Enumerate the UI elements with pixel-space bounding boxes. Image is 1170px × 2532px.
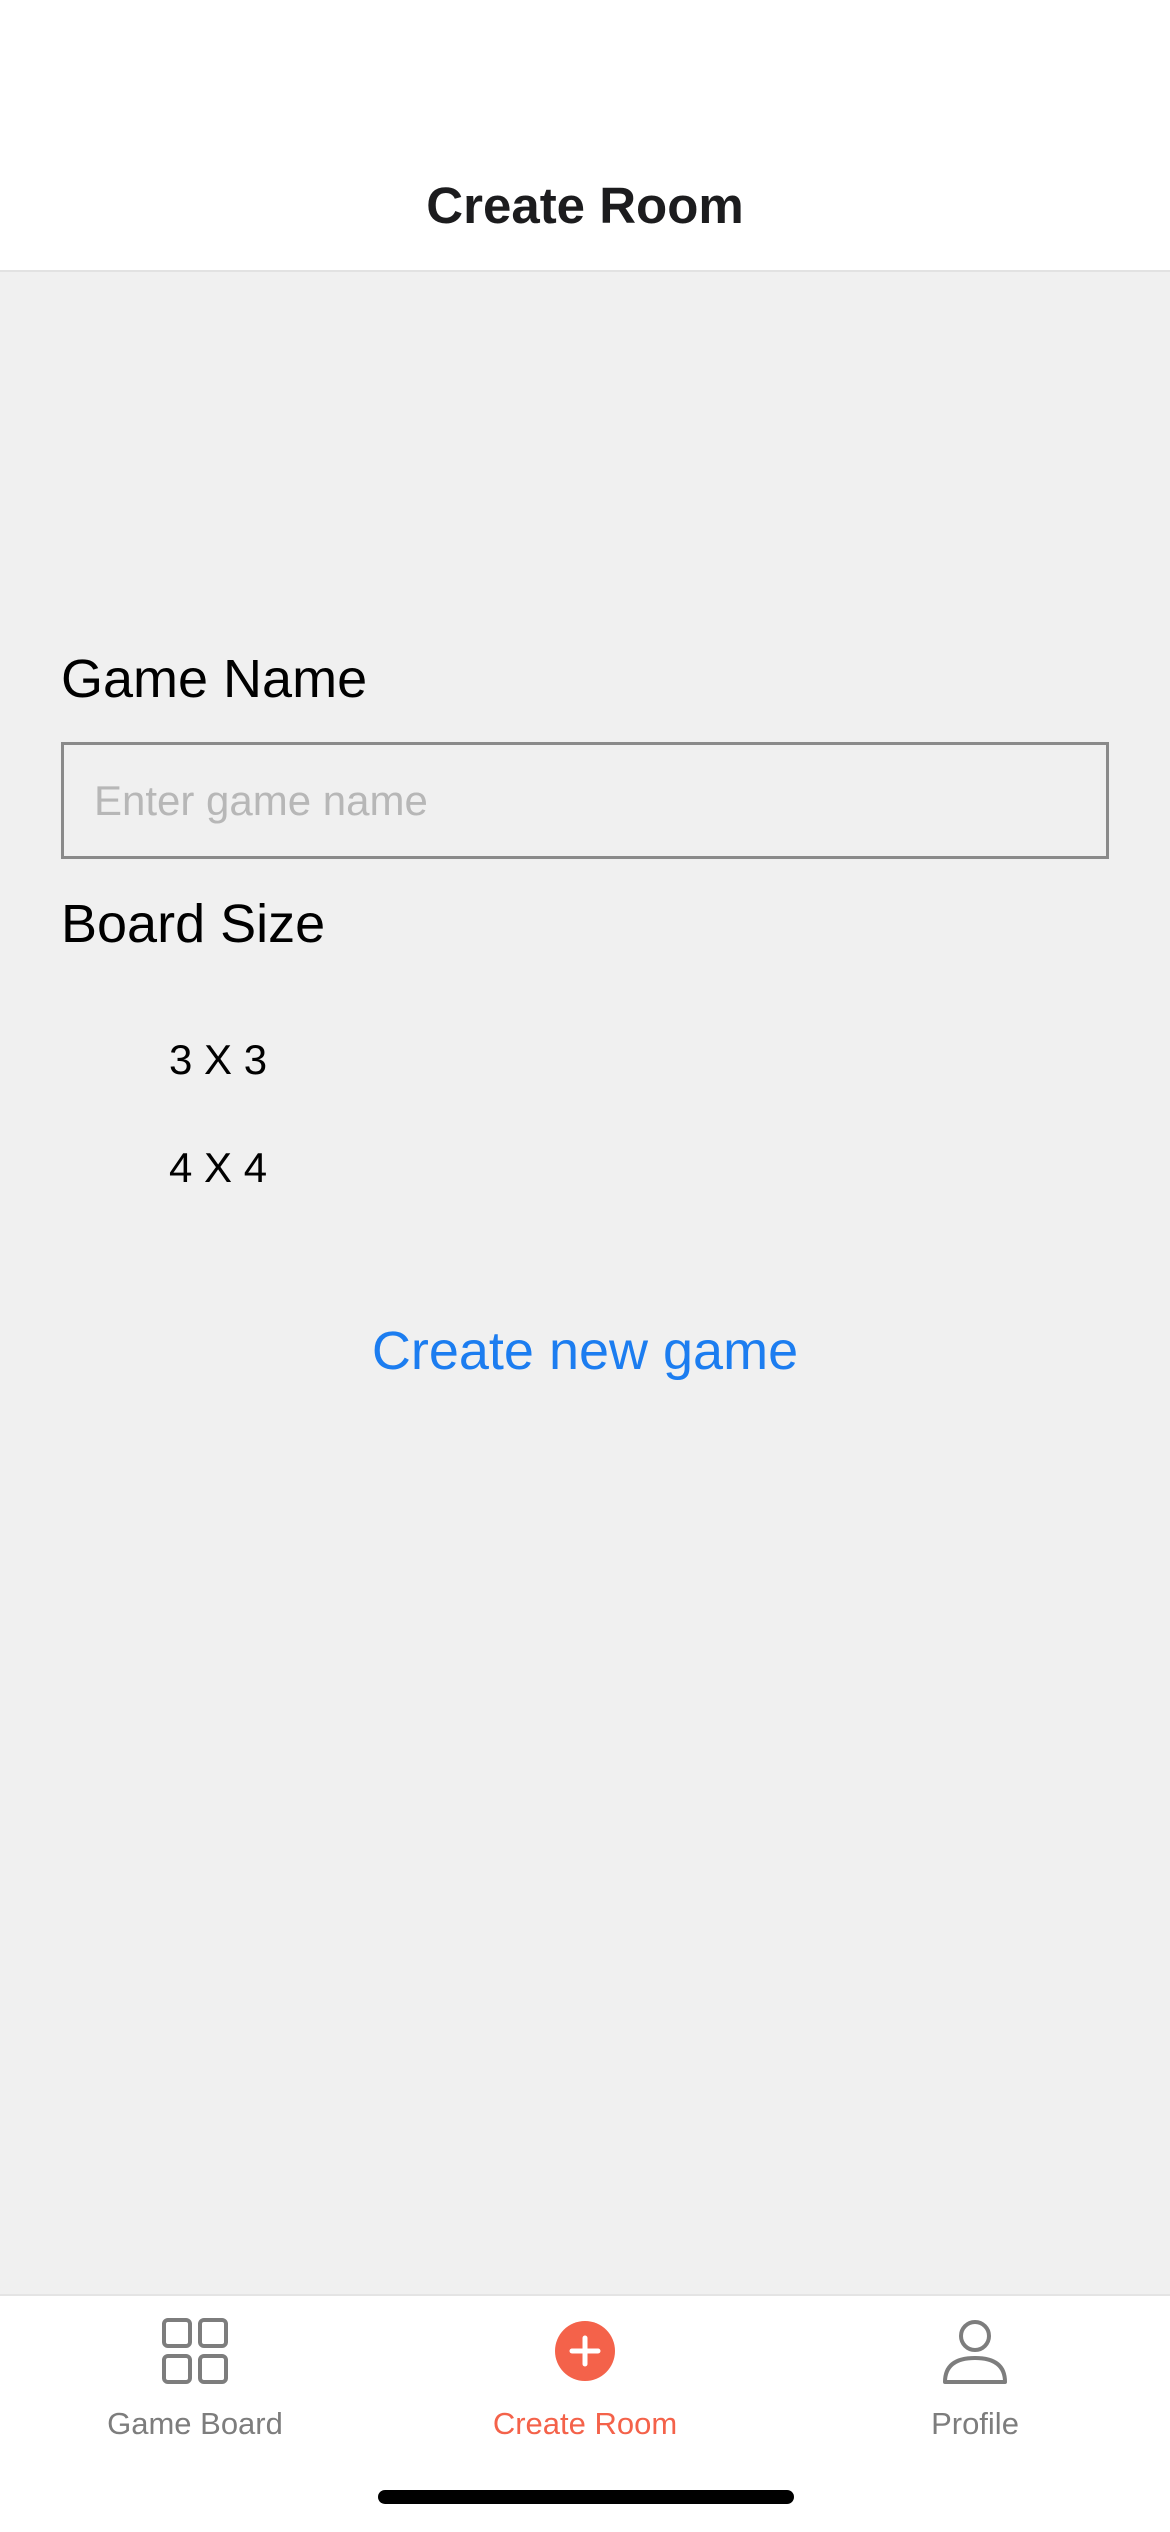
grid-icon [162, 2318, 228, 2384]
game-name-label: Game Name [61, 649, 368, 709]
tab-game-board-label: Game Board [107, 2406, 283, 2441]
home-indicator [378, 2490, 794, 2504]
tab-profile[interactable]: Profile [780, 2296, 1170, 2456]
plus-circle-icon [555, 2321, 615, 2381]
create-new-game-button[interactable]: Create new game [0, 1320, 1170, 1382]
tab-create-room-label: Create Room [492, 2406, 678, 2441]
person-icon [943, 2320, 1007, 2384]
nav-header: Create Room [0, 0, 1170, 272]
tab-profile-label: Profile [931, 2406, 1019, 2441]
tab-create-room[interactable]: Create Room [390, 2296, 780, 2456]
create-room-content [0, 272, 1170, 2294]
game-name-input[interactable] [61, 742, 1109, 859]
tab-game-board[interactable]: Game Board [0, 2296, 390, 2456]
board-size-option-3x3[interactable]: 3 X 3 [169, 1036, 267, 1084]
board-size-label: Board Size [61, 894, 326, 954]
board-size-option-4x4[interactable]: 4 X 4 [169, 1144, 267, 1192]
page-title: Create Room [426, 177, 744, 234]
